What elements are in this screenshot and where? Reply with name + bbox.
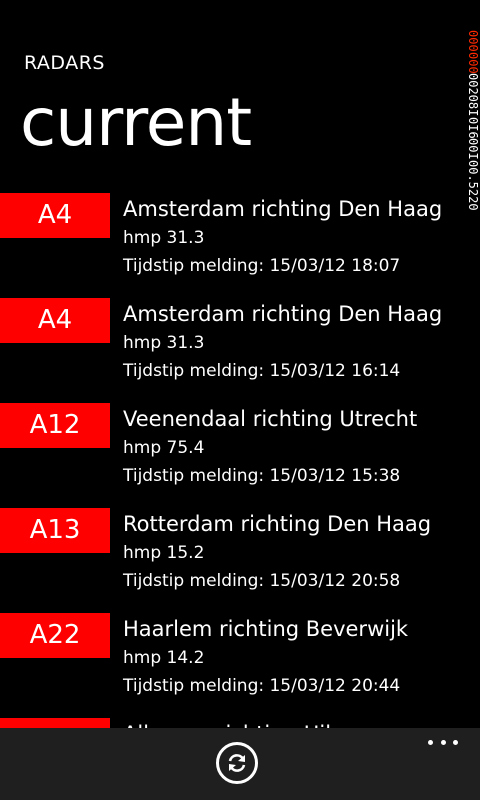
- radar-details: Haarlem richting Beverwijk hmp 14.2 Tijd…: [123, 614, 470, 700]
- debug-counter-line: 000: [466, 30, 480, 52]
- road-badge: A13: [0, 508, 110, 553]
- list-item[interactable]: A13 Rotterdam richting Den Haag hmp 15.2…: [0, 505, 470, 610]
- radar-details: Amsterdam richting Den Haag hmp 31.3 Tij…: [123, 299, 470, 385]
- road-badge: A12: [0, 403, 110, 448]
- radar-hmp: hmp 14.2: [123, 648, 205, 668]
- page-title: current: [20, 84, 252, 161]
- radar-time: Tijdstip melding: 15/03/12 16:14: [123, 361, 401, 381]
- list-item[interactable]: A4 Amsterdam richting Den Haag hmp 31.3 …: [0, 295, 470, 400]
- dot: [440, 739, 446, 745]
- radar-hmp: hmp 31.3: [123, 333, 205, 353]
- dot: [428, 739, 433, 745]
- radar-hmp: hmp 15.2: [123, 543, 205, 563]
- radar-time: Tijdstip melding: 15/03/12 18:07: [123, 256, 401, 276]
- road-badge: A22: [0, 613, 110, 658]
- debug-counter: 000 000 00208I 0I6 00I 00.5220: [466, 30, 480, 211]
- debug-counter-line: 00208I: [466, 73, 480, 117]
- radar-hmp: hmp 31.3: [123, 228, 205, 248]
- radar-details: Amsterdam richting Den Haag hmp 31.3 Tij…: [123, 194, 470, 280]
- app-title: RADARS: [24, 52, 105, 74]
- refresh-button[interactable]: [216, 742, 258, 784]
- refresh-icon: [228, 754, 246, 772]
- radar-time: Tijdstip melding: 15/03/12 20:58: [123, 571, 401, 591]
- radar-route: Rotterdam richting Den Haag: [123, 512, 432, 536]
- radar-hmp: hmp 75.4: [123, 438, 205, 458]
- debug-counter-line: 00I: [466, 138, 480, 161]
- list-item[interactable]: A22 Haarlem richting Beverwijk hmp 14.2 …: [0, 610, 470, 715]
- road-badge: A4: [0, 193, 110, 238]
- debug-counter-line: 0I6: [466, 116, 480, 139]
- road-badge: A4: [0, 298, 110, 343]
- radar-time: Tijdstip melding: 15/03/12 20:44: [123, 676, 401, 696]
- radar-time: Tijdstip melding: 15/03/12 15:38: [123, 466, 401, 486]
- debug-counter-line: 000: [466, 51, 480, 74]
- radar-route: Amsterdam richting Den Haag: [123, 302, 443, 326]
- dot: [453, 739, 458, 745]
- ellipsis-icon[interactable]: [428, 736, 458, 748]
- app-bar: [0, 728, 480, 800]
- radar-route: Amsterdam richting Den Haag: [123, 197, 443, 221]
- radar-list[interactable]: A4 Amsterdam richting Den Haag hmp 31.3 …: [0, 190, 470, 730]
- radar-details: Rotterdam richting Den Haag hmp 15.2 Tij…: [123, 509, 470, 595]
- screen: RADARS current 000 000 00208I 0I6 00I 00…: [0, 0, 480, 800]
- radar-route: Veenendaal richting Utrecht: [123, 407, 418, 431]
- list-item[interactable]: A4 Amsterdam richting Den Haag hmp 31.3 …: [0, 190, 470, 295]
- list-item[interactable]: A12 Veenendaal richting Utrecht hmp 75.4…: [0, 400, 470, 505]
- radar-route: Haarlem richting Beverwijk: [123, 617, 409, 641]
- radar-details: Veenendaal richting Utrecht hmp 75.4 Tij…: [123, 404, 470, 490]
